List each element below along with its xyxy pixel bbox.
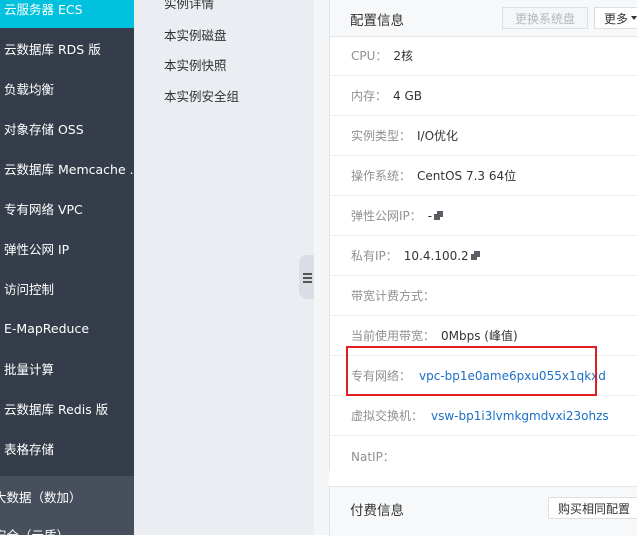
field-label: 私有IP： — [351, 249, 398, 263]
sidebar-item-emr[interactable]: E-MapReduce — [0, 308, 134, 348]
product-sidebar: 云服务器 ECS 云数据库 RDS 版 负载均衡 对象存储 OSS 云数据库 M… — [0, 0, 134, 543]
field-value: 0Mbps (峰值) — [441, 329, 518, 343]
sidebar-item-vpc[interactable]: 专有网络 VPC — [0, 188, 134, 228]
buy-same-config-button[interactable]: 购买相同配置 — [548, 497, 637, 519]
field-label: 实例类型： — [351, 129, 412, 143]
config-row-memory: 内存： 4 GB — [330, 76, 637, 116]
billing-info-panel: 付费信息 购买相同配置 — [329, 486, 637, 536]
config-panel-title: 配置信息 — [350, 13, 404, 29]
config-row-public-ip: 弹性公网IP： - — [330, 196, 637, 236]
billing-panel-title: 付费信息 — [350, 503, 404, 519]
sidebar-item-redis[interactable]: 云数据库 Redis 版 — [0, 388, 134, 428]
sidebar-item-eip[interactable]: 弹性公网 IP — [0, 228, 134, 268]
more-actions-button[interactable]: 更多 — [594, 7, 637, 29]
field-label: 带宽计费方式： — [351, 289, 436, 303]
config-row-os: 操作系统： CentOS 7.3 64位 — [330, 156, 637, 196]
field-value: 10.4.100.2 — [403, 248, 469, 263]
sidebar-item-batch[interactable]: 批量计算 — [0, 348, 134, 388]
copy-icon[interactable] — [470, 251, 480, 260]
submenu-item-snapshots[interactable]: 本实例快照 — [164, 55, 227, 74]
instance-submenu: 实例详情 本实例磁盘 本实例快照 本实例安全组 — [134, 0, 314, 535]
config-info-panel: 配置信息 更换系统盘 更多 CPU： 2核 内存： 4 GB 实例类型： I/O优化 … — [329, 0, 637, 471]
field-label: 操作系统： — [351, 169, 412, 183]
sidebar-item-slb[interactable]: 负载均衡 — [0, 68, 134, 108]
copy-icon[interactable] — [434, 211, 444, 220]
field-label: 当前使用带宽： — [351, 329, 436, 343]
config-row-private-ip: 私有IP： 10.4.100.2 — [330, 236, 637, 276]
config-row-bandwidth-billing: 带宽计费方式： — [330, 276, 637, 316]
more-actions-label: 更多 — [604, 11, 629, 26]
content-gutter — [314, 0, 329, 535]
sidebar-section-security[interactable]: 安全（云盾） — [0, 514, 128, 554]
config-row-vswitch: 虚拟交换机： vsw-bp1i3lvmkgmdvxi23ohzs — [330, 396, 637, 436]
submenu-item-details[interactable]: 实例详情 — [164, 0, 214, 12]
change-system-disk-button[interactable]: 更换系统盘 — [502, 7, 588, 29]
sidebar-section-bigdata[interactable]: 大数据（数加） — [0, 476, 128, 516]
config-row-nat-ip: NatIP： — [330, 436, 637, 476]
submenu-item-disks[interactable]: 本实例磁盘 — [164, 25, 227, 44]
vswitch-link[interactable]: vsw-bp1i3lvmkgmdvxi23ohzs — [431, 409, 609, 423]
vpc-highlight-box — [346, 346, 597, 396]
field-value: 4 GB — [393, 88, 422, 103]
submenu-item-security-groups[interactable]: 本实例安全组 — [164, 86, 239, 105]
field-label: 内存： — [351, 89, 388, 103]
field-label: 虚拟交换机： — [351, 409, 424, 423]
sidebar-section-group: 大数据（数加） 安全（云盾） — [0, 476, 134, 543]
field-label: NatIP： — [351, 449, 395, 464]
field-label: CPU： — [351, 49, 388, 63]
collapse-submenu-button[interactable] — [299, 255, 315, 299]
config-row-instance-type: 实例类型： I/O优化 — [330, 116, 637, 156]
field-value: 2核 — [393, 49, 414, 63]
config-row-cpu: CPU： 2核 — [330, 36, 637, 76]
sidebar-item-memcache[interactable]: 云数据库 Memcache ... — [0, 148, 134, 188]
field-label: 弹性公网IP： — [351, 209, 422, 223]
sidebar-item-ots[interactable]: 表格存储 — [0, 428, 134, 468]
sidebar-item-ecs[interactable]: 云服务器 ECS — [0, 0, 134, 28]
field-value: - — [427, 208, 433, 223]
sidebar-item-oss[interactable]: 对象存储 OSS — [0, 108, 134, 148]
chevron-down-icon — [631, 16, 637, 20]
sidebar-item-ram[interactable]: 访问控制 — [0, 268, 134, 308]
field-value: I/O优化 — [417, 129, 459, 143]
menu-collapse-icon — [302, 272, 312, 283]
config-panel-header: 配置信息 更换系统盘 更多 — [330, 0, 637, 37]
field-value: CentOS 7.3 64位 — [417, 169, 517, 183]
sidebar-item-rds[interactable]: 云数据库 RDS 版 — [0, 28, 134, 68]
